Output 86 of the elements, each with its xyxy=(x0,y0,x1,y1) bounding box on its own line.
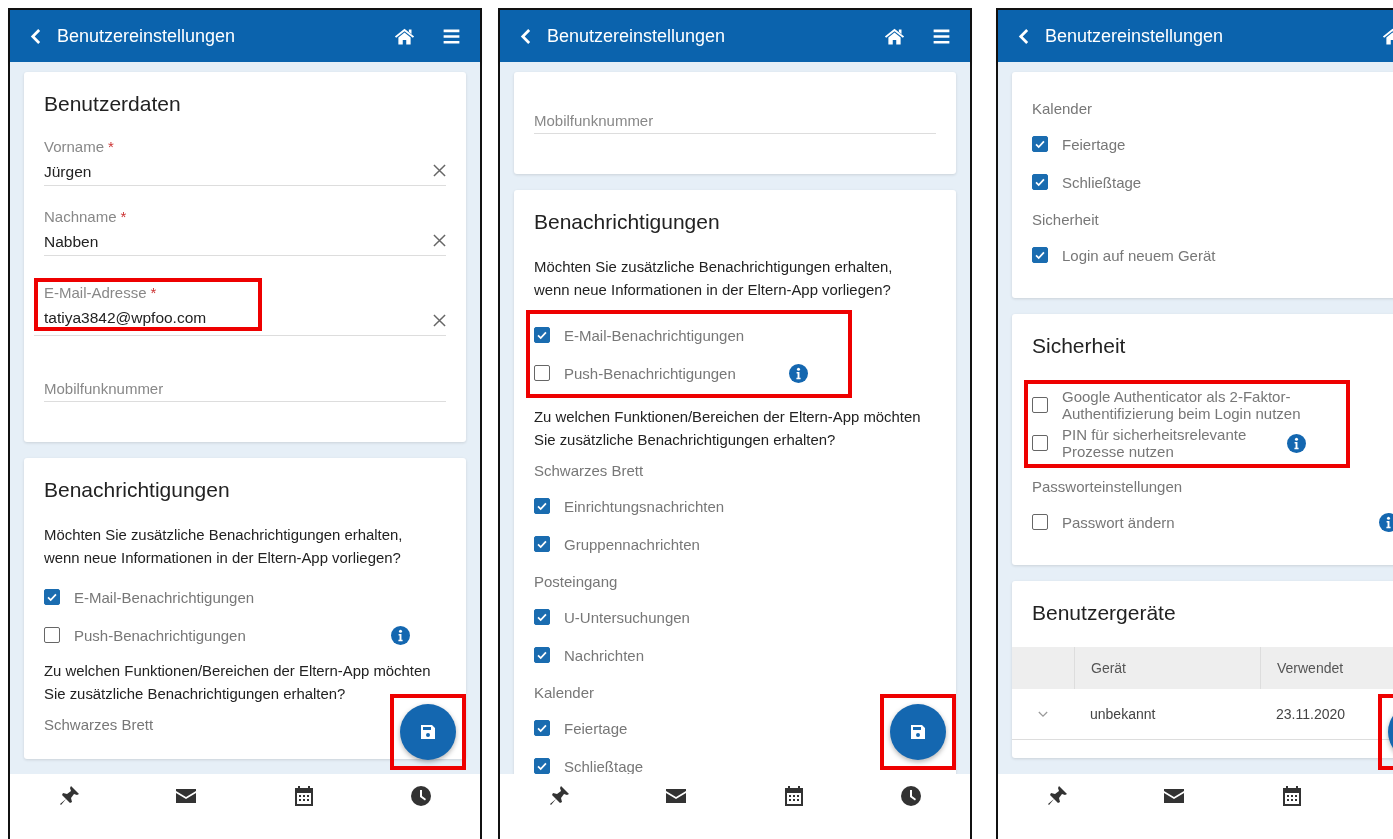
checkbox-label: Feiertage xyxy=(1062,135,1126,153)
table-cell-text: 23.11.2020 xyxy=(1275,705,1346,724)
clock-icon[interactable] xyxy=(409,784,434,808)
required-mark: * xyxy=(150,284,157,301)
checkbox[interactable] xyxy=(1032,397,1048,413)
checkbox-label: Nachrichten xyxy=(564,646,645,664)
info-icon[interactable] xyxy=(1287,433,1306,453)
clock-icon[interactable] xyxy=(899,784,924,808)
clear-icon[interactable] xyxy=(433,314,446,327)
field-placeholder: Mobilfunknummer xyxy=(534,111,655,129)
save-icon xyxy=(420,724,436,740)
card-heading: Benachrichtigungen xyxy=(44,478,231,502)
checkbox-label: PIN für sicherheitsrelevante Prozesse nutzen xyxy=(1062,426,1248,460)
page-title: Benutzereinstellungen xyxy=(1045,25,1225,47)
group-label: Kalender xyxy=(534,684,595,701)
field-label: Nachname xyxy=(44,208,117,225)
group-label: Sicherheit xyxy=(1032,211,1099,228)
checkbox[interactable] xyxy=(534,365,550,381)
required-mark: * xyxy=(108,138,114,155)
input-field[interactable]: Mobilfunknummer xyxy=(44,358,446,402)
checkbox[interactable] xyxy=(44,627,60,643)
info-icon[interactable] xyxy=(391,625,410,645)
field-value: Jürgen xyxy=(44,163,93,181)
input-field[interactable]: Mobilfunknummer xyxy=(534,90,936,134)
input-field[interactable]: E-Mail-Adresse * tatiya3842@wpfoo.com xyxy=(34,278,446,336)
group-label: Schwarzes Brett xyxy=(534,462,644,479)
checkbox-label: Einrichtungsnachrichten xyxy=(564,497,725,515)
group-label: Schwarzes Brett xyxy=(44,716,154,733)
input-field[interactable]: Nachname * Nabben xyxy=(44,208,446,256)
back-icon[interactable] xyxy=(30,27,41,45)
clear-icon[interactable] xyxy=(433,164,446,177)
checkbox-label: E-Mail-Benachrichtigungen xyxy=(74,588,255,606)
checkbox[interactable] xyxy=(534,647,550,663)
chevron-down-icon[interactable] xyxy=(1038,710,1048,718)
checkbox[interactable] xyxy=(534,498,550,514)
column-header: Gerät xyxy=(1074,647,1260,689)
field-value: tatiya3842@wpfoo.com xyxy=(44,309,207,327)
checkbox[interactable] xyxy=(1032,174,1048,190)
card-heading: Benutzerdaten xyxy=(44,92,182,116)
checkbox-label: Schließtage xyxy=(1062,173,1142,191)
checkbox-label: Feiertage xyxy=(564,719,628,737)
checkbox[interactable] xyxy=(1032,136,1048,152)
back-icon[interactable] xyxy=(520,27,531,45)
checkbox[interactable] xyxy=(534,758,550,774)
field-placeholder: Mobilfunknummer xyxy=(44,379,165,397)
required-mark: * xyxy=(120,208,127,225)
checkbox[interactable] xyxy=(534,327,550,343)
clear-icon[interactable] xyxy=(433,234,446,247)
checkbox[interactable] xyxy=(1032,247,1048,263)
field-label: Vorname xyxy=(44,138,105,155)
field-label: E-Mail-Adresse xyxy=(44,284,147,301)
checkbox[interactable] xyxy=(534,720,550,736)
checkbox-label: Google Authenticator als 2-Faktor-Authentifizierung beim Login nutzen xyxy=(1062,388,1302,422)
page-title: Benutzereinstellungen xyxy=(547,25,727,47)
back-icon[interactable] xyxy=(1018,27,1029,45)
checkbox-label: U-Untersuchungen xyxy=(564,608,690,626)
checkbox-label: E-Mail-Benachrichtigungen xyxy=(564,326,745,344)
question-text: Möchten Sie zusätzliche Benachrichtigungen erhalten, wenn neue Informationen in der Eltern-App vorliegen? xyxy=(44,526,404,568)
checkbox[interactable] xyxy=(534,609,550,625)
question-text: Zu welchen Funktionen/Bereichen der Eltern-App möchten Sie zusätzliche Benachrichtigungen erhalten? xyxy=(44,662,432,704)
input-field[interactable]: Vorname * Jürgen xyxy=(44,138,446,186)
checkbox-label: Gruppennachrichten xyxy=(564,535,700,553)
card-heading: Benachrichtigungen xyxy=(534,210,721,234)
checkbox-label: Passwort ändern xyxy=(1062,513,1175,531)
checkbox-label: Push-Benachrichtigungen xyxy=(564,364,736,382)
checkbox[interactable] xyxy=(1032,514,1048,530)
info-icon[interactable] xyxy=(1379,512,1393,532)
group-label: Passworteinstellungen xyxy=(1032,478,1183,495)
checkbox[interactable] xyxy=(44,589,60,605)
group-label: Posteingang xyxy=(534,573,618,590)
table-cell-text: unbekannt xyxy=(1089,705,1156,724)
card-heading: Benutzergeräte xyxy=(1032,601,1177,625)
save-icon xyxy=(910,724,926,740)
question-text: Zu welchen Funktionen/Bereichen der Eltern-App möchten Sie zusätzliche Benachrichtigungen erhalten? xyxy=(534,408,922,450)
question-text: Möchten Sie zusätzliche Benachrichtigungen erhalten, wenn neue Informationen in der Eltern-App vorliegen? xyxy=(534,258,894,300)
checkbox[interactable] xyxy=(534,536,550,552)
checkbox[interactable] xyxy=(1032,435,1048,451)
info-icon[interactable] xyxy=(789,363,808,383)
page-title: Benutzereinstellungen xyxy=(57,25,237,47)
card-heading: Sicherheit xyxy=(1032,334,1127,358)
group-label: Kalender xyxy=(1032,100,1093,117)
checkbox-label: Login auf neuem Gerät xyxy=(1062,246,1216,264)
checkbox-label: Schließtage xyxy=(564,757,644,774)
checkbox-label: Push-Benachrichtigungen xyxy=(74,626,246,644)
field-value: Nabben xyxy=(44,233,100,251)
column-header: Verwendet xyxy=(1260,647,1393,689)
